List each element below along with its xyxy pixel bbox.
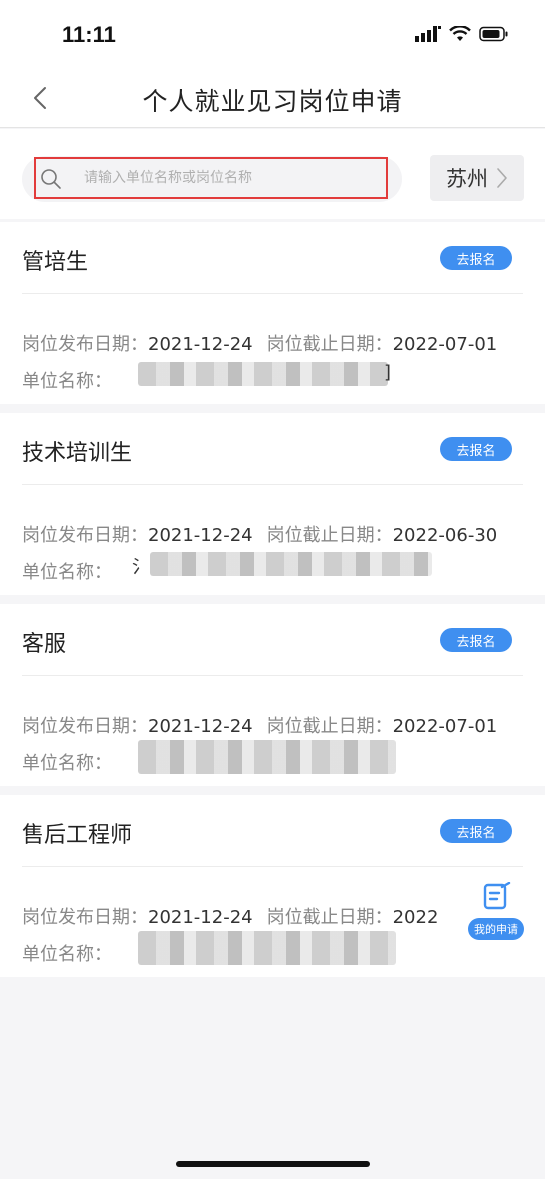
status-time: 11:11	[62, 22, 116, 47]
battery-icon	[479, 26, 508, 42]
home-indicator	[176, 1161, 370, 1167]
search-input[interactable]	[84, 159, 380, 197]
deadline-date: 2022	[392, 907, 439, 928]
date-row: 岗位发布日期：2021-12-24 岗位截止日期：2022	[22, 903, 438, 929]
publish-date-label: 岗位发布日期：	[22, 716, 148, 737]
fab-label: 我的申请	[468, 918, 524, 940]
job-card[interactable]: 管培生 去报名 岗位发布日期：2021-12-24 岗位截止日期：2022-07-…	[0, 222, 545, 404]
unit-row: 单位名称：	[22, 940, 112, 966]
deadline-label: 岗位截止日期：	[266, 907, 393, 928]
date-row: 岗位发布日期：2021-12-24 岗位截止日期：2022-07-01	[22, 712, 497, 738]
unit-row: 单位名称：	[22, 558, 112, 584]
apply-button[interactable]: 去报名	[440, 628, 512, 652]
divider	[22, 293, 523, 294]
apply-button[interactable]: 去报名	[440, 246, 512, 270]
job-title: 管培生	[22, 250, 89, 275]
unit-label: 单位名称：	[22, 753, 112, 774]
page-title: 个人就业见习岗位申请	[142, 87, 403, 116]
cellular-signal-icon	[415, 26, 441, 42]
deadline-label: 岗位截止日期：	[266, 525, 393, 546]
deadline-date: 2022-07-01	[392, 334, 498, 355]
publish-date-label: 岗位发布日期：	[22, 334, 148, 355]
date-row: 岗位发布日期：2021-12-24 岗位截止日期：2022-07-01	[22, 330, 497, 356]
job-title: 客服	[22, 632, 67, 657]
divider	[22, 484, 523, 485]
deadline-date: 2022-07-01	[392, 716, 498, 737]
unit-name-redacted	[150, 552, 432, 576]
city-selector-button[interactable]: 苏州	[430, 155, 524, 201]
deadline-label: 岗位截止日期：	[266, 334, 393, 355]
my-applications-button[interactable]: 我的申请	[466, 880, 526, 946]
divider	[22, 866, 523, 867]
job-title: 技术培训生	[22, 441, 133, 466]
city-label: 苏州	[446, 167, 488, 191]
status-bar: 11:11	[0, 0, 545, 70]
deadline-label: 岗位截止日期：	[266, 716, 393, 737]
edit-doc-icon	[480, 880, 514, 914]
status-icons	[415, 24, 509, 44]
unit-name-fragment: ]	[384, 362, 392, 383]
unit-row: 单位名称：	[22, 749, 112, 775]
job-card[interactable]: 技术培训生 去报名 岗位发布日期：2021-12-24 岗位截止日期：2022-0…	[0, 413, 545, 595]
apply-button[interactable]: 去报名	[440, 437, 512, 461]
unit-label: 单位名称：	[22, 562, 112, 583]
unit-name-redacted	[138, 362, 388, 386]
unit-name-redacted	[138, 740, 396, 774]
publish-date: 2021-12-24	[148, 716, 253, 737]
unit-name-redacted	[138, 931, 396, 965]
unit-row: 单位名称：	[22, 367, 112, 393]
wifi-icon	[449, 26, 471, 41]
apply-button[interactable]: 去报名	[440, 819, 512, 843]
publish-date: 2021-12-24	[148, 334, 253, 355]
job-card[interactable]: 售后工程师 去报名 岗位发布日期：2021-12-24 岗位截止日期：2022 单…	[0, 795, 545, 977]
publish-date: 2021-12-24	[148, 525, 253, 546]
publish-date-label: 岗位发布日期：	[22, 525, 148, 546]
search-section: 苏州	[0, 129, 545, 219]
job-title: 售后工程师	[22, 823, 133, 848]
divider	[22, 675, 523, 676]
publish-date: 2021-12-24	[148, 907, 253, 928]
unit-label: 单位名称：	[22, 944, 112, 965]
job-card[interactable]: 客服 去报名 岗位发布日期：2021-12-24 岗位截止日期：2022-07-0…	[0, 604, 545, 786]
unit-label: 单位名称：	[22, 371, 112, 392]
unit-name-fragment: 氵	[132, 557, 150, 578]
chevron-right-icon	[497, 168, 507, 188]
deadline-date: 2022-06-30	[392, 525, 498, 546]
search-icon	[41, 169, 61, 189]
publish-date-label: 岗位发布日期：	[22, 907, 148, 928]
nav-bar: 个人就业见习岗位申请	[0, 70, 545, 128]
date-row: 岗位发布日期：2021-12-24 岗位截止日期：2022-06-30	[22, 521, 497, 547]
